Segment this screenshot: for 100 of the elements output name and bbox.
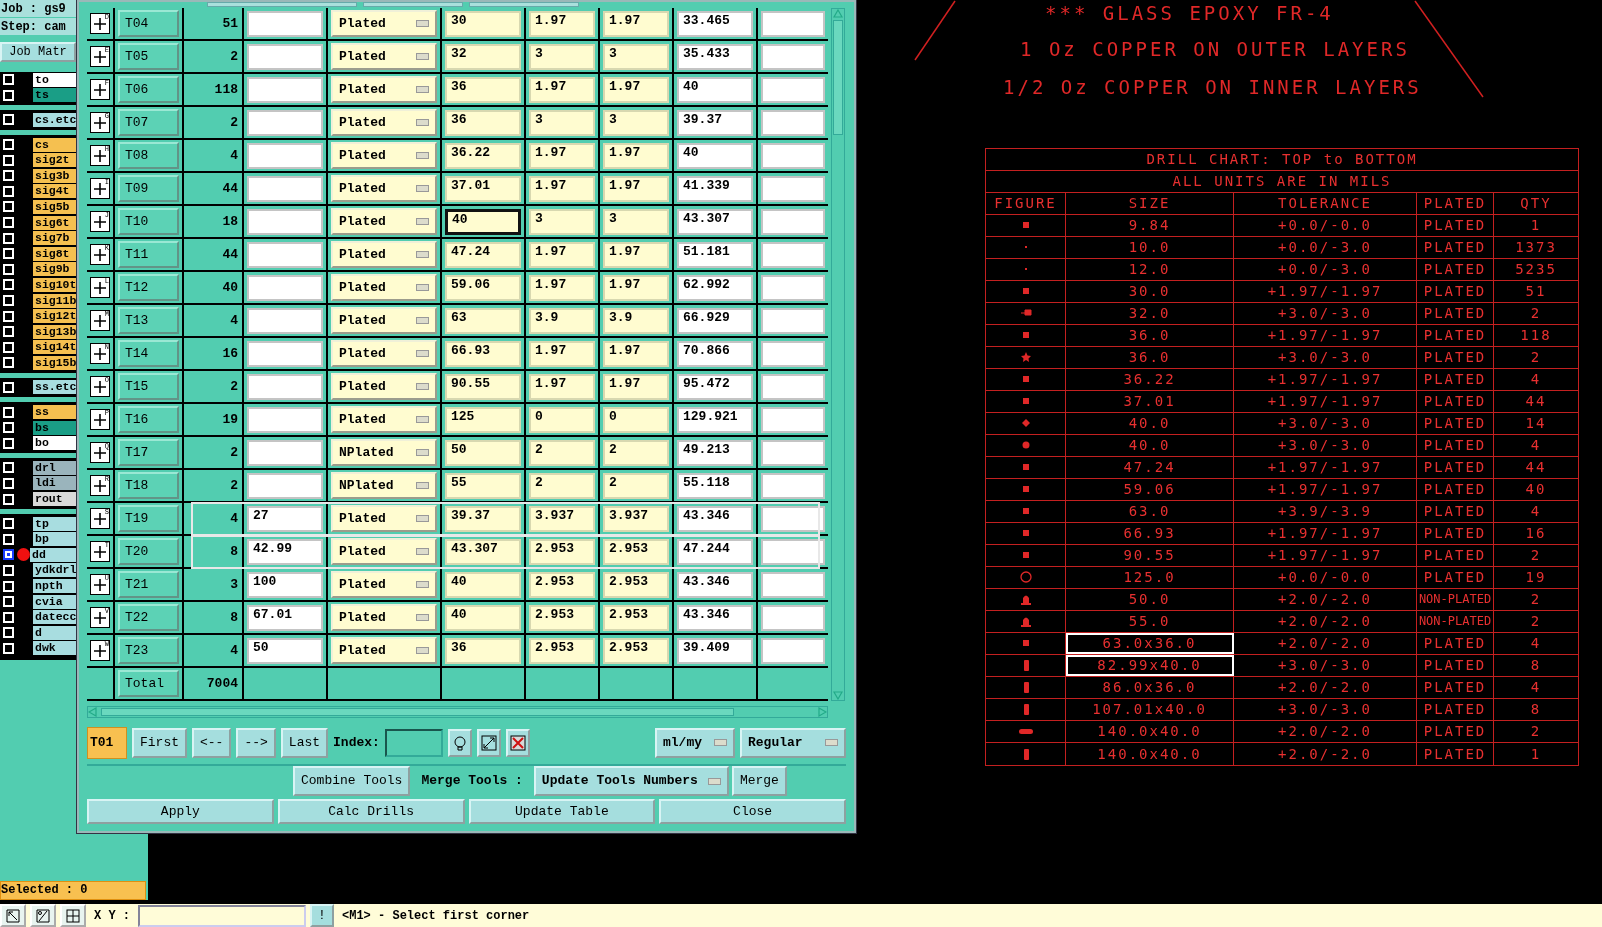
input-field[interactable]: 3.937 bbox=[603, 505, 669, 532]
input-field[interactable]: 39.409 bbox=[677, 637, 753, 664]
layer-item[interactable]: sig8t bbox=[33, 246, 77, 261]
type-dropdown[interactable]: Plated bbox=[331, 274, 437, 301]
nav-button[interactable]: --> bbox=[236, 727, 276, 758]
input-field[interactable]: 39.37 bbox=[445, 505, 521, 532]
input-field[interactable]: 43.307 bbox=[677, 208, 753, 235]
type-dropdown[interactable]: Plated bbox=[331, 505, 437, 532]
input-field[interactable]: 1.97 bbox=[529, 373, 595, 400]
input-field[interactable]: 125 bbox=[445, 406, 521, 433]
checkbox[interactable] bbox=[3, 549, 14, 561]
merge-option-dropdown[interactable]: Update Tools Numbers bbox=[533, 766, 729, 796]
input-field[interactable] bbox=[247, 472, 323, 499]
input-field[interactable] bbox=[247, 241, 323, 268]
layer-item[interactable]: rout bbox=[33, 492, 77, 507]
layer-item[interactable]: sig5b bbox=[33, 199, 77, 214]
layer-item[interactable]: sig4t bbox=[33, 184, 77, 199]
input-field[interactable] bbox=[247, 274, 323, 301]
coordinates-field[interactable] bbox=[138, 904, 306, 927]
type-dropdown[interactable]: Plated bbox=[331, 307, 437, 334]
input-field[interactable]: 1.97 bbox=[603, 373, 669, 400]
layer-item[interactable]: ss.etc bbox=[33, 380, 77, 395]
input-field[interactable] bbox=[761, 208, 825, 235]
input-field[interactable]: 0 bbox=[603, 406, 669, 433]
combine-tools-button[interactable]: Combine Tools bbox=[293, 766, 411, 796]
layer-item[interactable]: npth bbox=[33, 579, 77, 593]
input-field[interactable] bbox=[207, 2, 357, 7]
merge-button[interactable]: Merge bbox=[731, 766, 787, 796]
input-field[interactable] bbox=[247, 175, 323, 202]
input-field[interactable] bbox=[761, 406, 825, 433]
action-button[interactable]: Close bbox=[659, 799, 846, 824]
input-field[interactable]: 3.937 bbox=[529, 505, 595, 532]
alert-button[interactable]: ! bbox=[310, 904, 334, 927]
input-field[interactable]: 95.472 bbox=[677, 373, 753, 400]
type-dropdown[interactable]: Plated bbox=[331, 637, 437, 664]
tool-button[interactable]: T15 bbox=[118, 373, 179, 400]
layer-item[interactable]: dwk bbox=[33, 641, 77, 656]
input-field[interactable] bbox=[247, 142, 323, 169]
input-field[interactable]: 2.953 bbox=[603, 571, 669, 598]
layer-item[interactable]: dd bbox=[30, 547, 77, 562]
total-button[interactable]: Total bbox=[118, 670, 179, 697]
input-field[interactable] bbox=[247, 439, 323, 466]
tool-button[interactable]: T05 bbox=[118, 43, 179, 70]
input-field[interactable]: 59.06 bbox=[445, 274, 521, 301]
layer-item[interactable]: sig3b bbox=[33, 168, 77, 183]
type-dropdown[interactable]: NPlated bbox=[331, 439, 437, 466]
tool-button[interactable]: T11 bbox=[118, 241, 179, 268]
input-field[interactable] bbox=[761, 439, 825, 466]
input-field[interactable] bbox=[761, 274, 825, 301]
tool-button[interactable]: T13 bbox=[118, 307, 179, 334]
input-field[interactable] bbox=[761, 175, 825, 202]
input-field[interactable] bbox=[761, 340, 825, 367]
input-field[interactable] bbox=[761, 472, 825, 499]
input-field[interactable]: 1.97 bbox=[603, 175, 669, 202]
input-field[interactable]: 1.97 bbox=[529, 340, 595, 367]
layer-item[interactable]: cs bbox=[33, 137, 77, 152]
tool-button[interactable]: T18 bbox=[118, 472, 179, 499]
input-field[interactable] bbox=[761, 109, 825, 136]
layer-item[interactable]: ss bbox=[33, 405, 77, 420]
mode-dropdown[interactable]: Regular bbox=[740, 727, 846, 758]
input-field[interactable] bbox=[761, 10, 825, 37]
input-field[interactable]: 2.953 bbox=[529, 604, 595, 631]
layer-item[interactable]: ldi bbox=[33, 476, 77, 491]
layer-item[interactable]: ts bbox=[33, 88, 77, 103]
type-dropdown[interactable]: Plated bbox=[331, 571, 437, 598]
tool-button[interactable]: T20 bbox=[118, 538, 179, 565]
input-field[interactable]: 0 bbox=[529, 406, 595, 433]
input-field[interactable]: 1.97 bbox=[603, 142, 669, 169]
type-dropdown[interactable]: Plated bbox=[331, 241, 437, 268]
tool-button[interactable]: T16 bbox=[118, 406, 179, 433]
input-field[interactable]: 36 bbox=[445, 76, 521, 103]
input-field[interactable]: 1.97 bbox=[529, 274, 595, 301]
type-dropdown[interactable]: Plated bbox=[331, 208, 437, 235]
input-field[interactable] bbox=[247, 109, 323, 136]
input-field[interactable]: 36 bbox=[445, 637, 521, 664]
layer-item[interactable]: sig11b bbox=[33, 293, 77, 308]
input-field[interactable]: 47.24 bbox=[445, 241, 521, 268]
input-field[interactable]: 51.181 bbox=[677, 241, 753, 268]
input-field[interactable]: 1.97 bbox=[603, 10, 669, 37]
input-field[interactable]: 3 bbox=[603, 43, 669, 70]
input-field[interactable] bbox=[761, 373, 825, 400]
input-field[interactable]: 2 bbox=[529, 472, 595, 499]
type-dropdown[interactable]: Plated bbox=[331, 43, 437, 70]
scrollbar-thumb[interactable] bbox=[833, 20, 843, 135]
input-field[interactable]: 49.213 bbox=[677, 439, 753, 466]
input-field[interactable]: 47.244 bbox=[677, 538, 753, 565]
input-field[interactable]: 1.97 bbox=[529, 241, 595, 268]
input-field[interactable] bbox=[761, 637, 825, 664]
input-field[interactable]: 2.953 bbox=[529, 571, 595, 598]
layer-item[interactable]: tp bbox=[33, 516, 77, 531]
input-field[interactable]: 129.921 bbox=[677, 406, 753, 433]
units-dropdown[interactable]: ml/my bbox=[655, 727, 735, 758]
action-button[interactable]: Calc Drills bbox=[277, 799, 465, 824]
nav-button[interactable]: First bbox=[132, 727, 187, 758]
tool-button[interactable]: T17 bbox=[118, 439, 179, 466]
input-field[interactable] bbox=[247, 208, 323, 235]
tool-button[interactable]: T09 bbox=[118, 175, 179, 202]
action-button[interactable]: Update Table bbox=[468, 799, 656, 824]
layer-item[interactable]: sig15b bbox=[33, 355, 77, 370]
input-field[interactable] bbox=[761, 307, 825, 334]
